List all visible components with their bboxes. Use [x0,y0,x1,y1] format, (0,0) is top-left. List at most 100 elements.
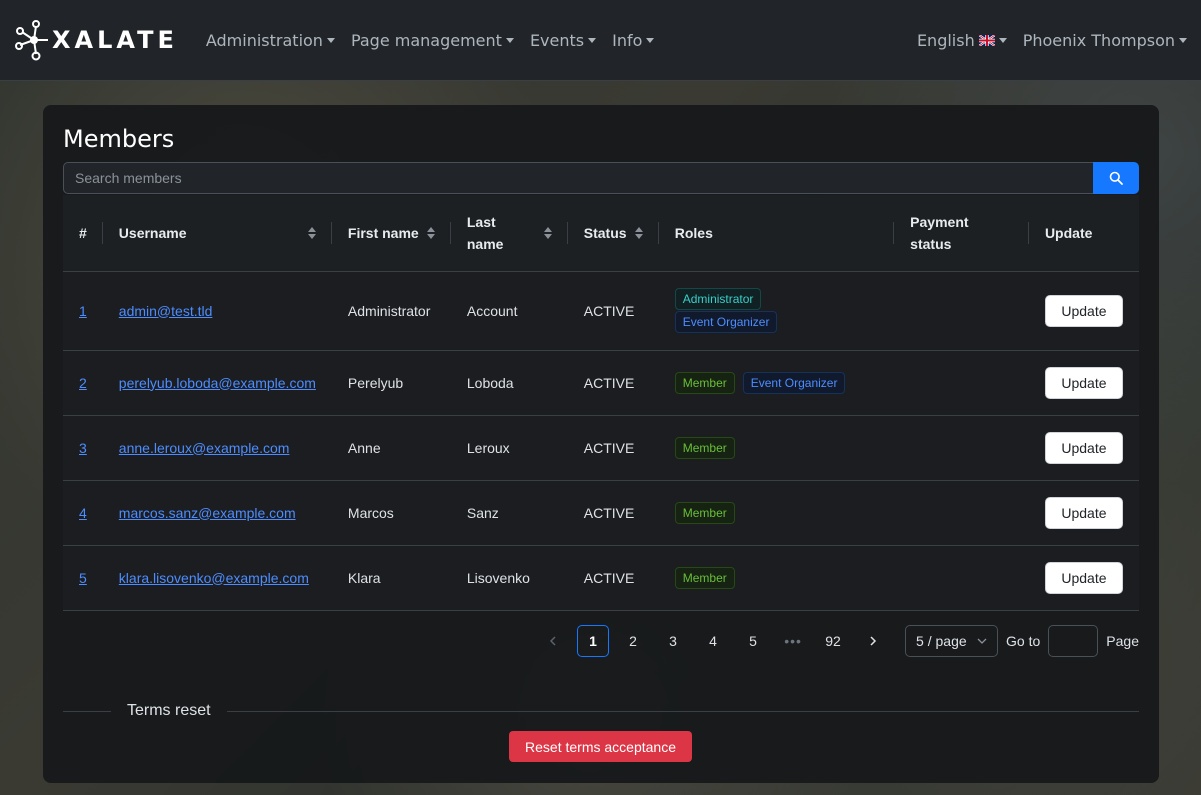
sort-down-icon [543,233,552,239]
pagination-ellipsis[interactable]: ••• [777,625,809,657]
cell-number: 3 [63,415,103,481]
update-button[interactable]: Update [1044,431,1123,464]
language-selector[interactable]: English [917,31,1007,50]
nav-info[interactable]: Info [612,31,655,50]
column-header-roles: Roles [658,195,895,272]
reset-terms-button[interactable]: Reset terms acceptance [509,731,692,762]
cell-number: 2 [63,350,103,416]
sort-down-icon [307,233,316,239]
nav-page-management[interactable]: Page management [351,31,514,50]
terms-reset-divider: Terms reset [63,702,1139,720]
member-id-link[interactable]: 1 [79,303,87,319]
pagination-last-page[interactable]: 92 [817,625,849,657]
sort-down-icon [426,233,435,239]
cell-update: Update [1028,480,1139,546]
cell-username: marcos.sanz@example.com [102,480,332,546]
cell-last-name: Leroux [450,415,568,481]
column-header-update: Update [1028,195,1139,272]
roles-list: Member [674,501,878,524]
username-link[interactable]: admin@test.tld [119,303,213,319]
pagination-page[interactable]: 5 [737,625,769,657]
nav-right: English Phoenix Thompson [901,31,1187,50]
user-menu[interactable]: Phoenix Thompson [1023,31,1187,50]
table-row: 4 marcos.sanz@example.com Marcos Sanz AC… [63,480,1139,546]
cell-last-name: Account [450,271,568,351]
nav-events[interactable]: Events [529,30,597,50]
caret-down-icon [588,37,597,43]
member-id-link[interactable]: 4 [79,505,87,521]
pagination-page[interactable]: 2 [617,625,649,657]
sort-up-icon [426,226,435,232]
roles-list: Member [674,436,878,459]
username-link[interactable]: anne.leroux@example.com [119,440,290,456]
cell-last-name: Lisovenko [450,545,568,611]
brand-name: XALATE [52,26,178,54]
cell-number: 1 [63,271,103,351]
page-label: Page [1106,633,1139,649]
column-header-payment-label: Payment status [910,213,969,252]
nav-administration-label: Administration [205,30,323,50]
go-to-page-input[interactable] [1048,625,1099,657]
member-id-link[interactable]: 5 [79,570,87,586]
cell-payment-status [894,480,1029,546]
pagination: 1 2 3 4 5 ••• 92 5 / page Go to Page [529,625,1139,657]
username-link[interactable]: perelyub.loboda@example.com [119,375,316,391]
update-button[interactable]: Update [1044,496,1123,529]
chevron-left-icon [549,636,556,646]
nav-page-management-label: Page management [350,30,502,50]
caret-down-icon [646,37,655,43]
brand-logo[interactable]: XALATE [14,18,178,62]
update-button[interactable]: Update [1044,561,1123,594]
pagination-next[interactable] [857,625,889,657]
search-input[interactable] [63,162,1093,194]
roles-list: Member Event Organizer [674,371,878,394]
table-header-row: # Username First name Last name Status R… [63,195,1139,272]
cell-username: perelyub.loboda@example.com [102,350,332,416]
cell-roles: Administrator Event Organizer [658,271,895,351]
column-header-first-name-label: First name [347,224,419,241]
sort-up-icon [543,226,552,232]
members-table: # Username First name Last name Status R… [63,195,1139,611]
nav-events-label: Events [529,30,585,50]
uk-flag-icon [978,34,995,46]
caret-down-icon [1179,37,1187,43]
sort-icon [634,226,643,239]
language-label: English [916,30,975,50]
go-to-label: Go to [1006,633,1041,649]
pagination-page[interactable]: 1 [577,625,610,657]
terms-reset-heading: Terms reset [127,702,211,719]
cell-first-name: Anne [331,415,451,481]
member-id-link[interactable]: 2 [79,375,87,391]
role-tag: Event Organizer [674,310,778,333]
nav-administration[interactable]: Administration [206,31,335,50]
username-link[interactable]: klara.lisovenko@example.com [119,570,309,586]
column-header-last-name[interactable]: Last name [450,195,568,272]
pagination-prev[interactable] [537,625,569,657]
username-link[interactable]: marcos.sanz@example.com [119,505,296,521]
table-row: 1 admin@test.tld Administrator Account A… [63,271,1139,351]
divider-line [63,710,111,712]
update-button[interactable]: Update [1044,294,1123,327]
column-header-first-name[interactable]: First name [331,195,451,272]
search-button[interactable] [1093,162,1139,194]
cell-first-name: Administrator [331,271,451,351]
column-header-username[interactable]: Username [102,195,332,272]
column-header-number-label: # [79,224,87,241]
pagination-page[interactable]: 3 [657,625,689,657]
column-header-status[interactable]: Status [567,195,659,272]
table-row: 5 klara.lisovenko@example.com Klara Liso… [63,545,1139,611]
cell-status: ACTIVE [567,415,659,481]
search-icon [1109,171,1123,185]
sort-icon [426,226,435,239]
cell-roles: Member Event Organizer [658,350,895,416]
user-name: Phoenix Thompson [1022,30,1175,50]
caret-down-icon [326,37,335,43]
roles-list: Administrator Event Organizer [674,287,878,333]
page-size-select[interactable]: 5 / page [905,625,999,657]
update-button[interactable]: Update [1044,366,1123,399]
cell-roles: Member [658,415,895,481]
member-id-link[interactable]: 3 [79,440,87,456]
navbar: XALATE Administration Page management Ev… [0,0,1201,81]
roles-list: Member [674,566,878,589]
pagination-page[interactable]: 4 [697,625,729,657]
